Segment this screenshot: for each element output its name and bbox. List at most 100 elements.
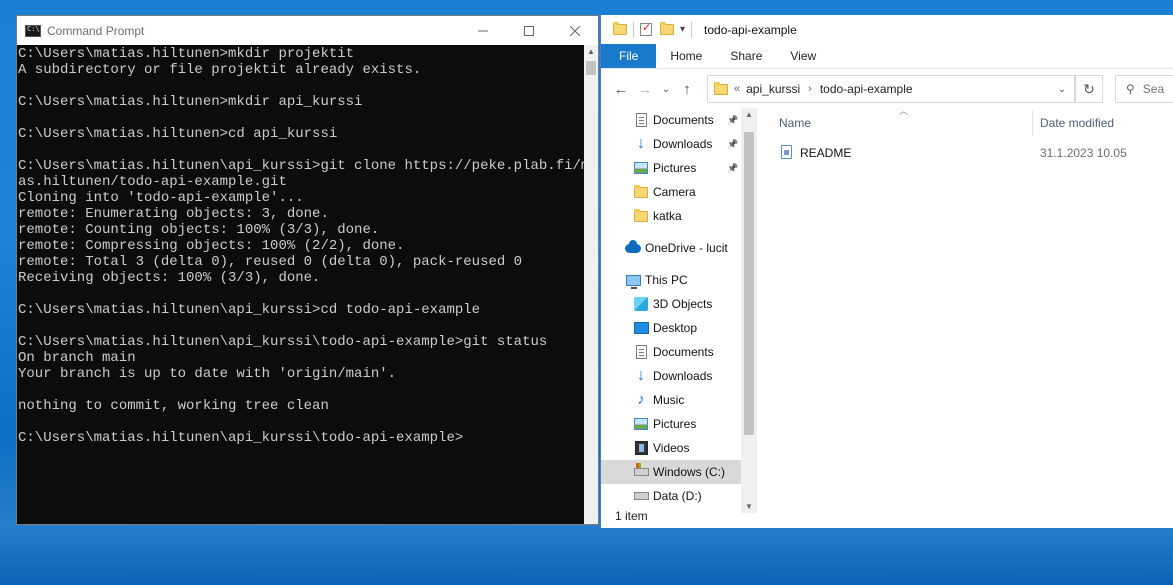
sidebar-item-documents[interactable]: Documents bbox=[601, 340, 757, 364]
sidebar-item-label: Videos bbox=[653, 441, 690, 455]
sidebar-item-camera[interactable]: Camera bbox=[601, 180, 757, 204]
new-folder-icon[interactable] bbox=[660, 22, 674, 35]
sidebar-item-desktop[interactable]: Desktop bbox=[601, 316, 757, 340]
recent-locations-icon[interactable]: ⌄ bbox=[657, 84, 675, 95]
sidebar-item-label: Desktop bbox=[653, 321, 698, 335]
sidebar-item-label: 3D Objects bbox=[653, 297, 713, 311]
minimize-icon bbox=[478, 30, 488, 31]
file-explorer-window[interactable]: ▾ todo-api-example File Home Share View … bbox=[600, 15, 1173, 528]
pictures-icon bbox=[633, 160, 649, 176]
cmd-output-line: as.hiltunen/todo-api-example.git bbox=[18, 174, 287, 190]
chevron-right-icon[interactable]: › bbox=[808, 83, 812, 95]
cmd-output-line: C:\Users\matias.hiltunen\api_kurssi\todo… bbox=[18, 334, 548, 350]
folder-icon bbox=[714, 81, 728, 95]
tab-share[interactable]: Share bbox=[716, 44, 776, 68]
this-pc-icon bbox=[625, 272, 641, 289]
navigation-pane[interactable]: Documents 📌 ↓ Downloads 📌 Pictures 📌 Camera katk… bbox=[601, 108, 757, 513]
cmd-scrollbar[interactable]: ▲ bbox=[584, 45, 598, 524]
cmd-output-line: C:\Users\matias.hiltunen>mkdir api_kurss… bbox=[18, 94, 363, 110]
cmd-titlebar[interactable]: Command Prompt bbox=[17, 16, 598, 45]
address-bar[interactable]: « api_kurssi › todo-api-example ⌄ bbox=[707, 75, 1075, 103]
cmd-output[interactable]: C:\Users\matias.hiltunen>mkdir projektit… bbox=[17, 45, 584, 524]
back-button[interactable]: ← bbox=[609, 81, 633, 98]
up-button[interactable]: ↑ bbox=[675, 81, 699, 98]
sidebar-item-windows-c[interactable]: Windows (C:) bbox=[601, 460, 757, 484]
cmd-output-line bbox=[18, 414, 584, 430]
cmd-output-line: C:\Users\matias.hiltunen\api_kurssi\todo… bbox=[18, 430, 464, 446]
properties-icon[interactable] bbox=[640, 21, 652, 36]
music-icon: ♪ bbox=[637, 391, 645, 408]
file-icon bbox=[781, 145, 792, 159]
minimize-button[interactable] bbox=[460, 16, 506, 45]
breadcrumb-overflow[interactable]: « bbox=[734, 83, 740, 95]
sidebar-item-label: Pictures bbox=[653, 161, 697, 175]
documents-icon bbox=[633, 112, 649, 128]
sidebar-item-label: Camera bbox=[653, 185, 696, 199]
folder-icon bbox=[633, 208, 649, 224]
sidebar-item-label: Documents bbox=[653, 345, 714, 359]
sidebar-item-downloads[interactable]: ↓ Downloads 📌 bbox=[601, 132, 757, 156]
sidebar-item-3d-objects[interactable]: 3D Objects bbox=[601, 292, 757, 316]
cmd-output-line: remote: Enumerating objects: 3, done. bbox=[18, 206, 329, 222]
refresh-button[interactable]: ↻ bbox=[1075, 75, 1103, 103]
sidebar-item-pictures[interactable]: Pictures 📌 bbox=[601, 156, 757, 180]
ribbon-tabs: File Home Share View bbox=[601, 44, 1173, 69]
scroll-thumb[interactable] bbox=[744, 132, 754, 435]
sidebar-item-downloads[interactable]: ↓ Downloads bbox=[601, 364, 757, 388]
file-name: README bbox=[800, 146, 852, 160]
tab-view[interactable]: View bbox=[776, 44, 830, 68]
cmd-output-line: On branch main bbox=[18, 350, 136, 366]
maximize-icon bbox=[524, 25, 534, 36]
sidebar-item-label: Data (D:) bbox=[653, 489, 702, 503]
search-placeholder: Sea bbox=[1142, 82, 1165, 96]
cmd-output-line: C:\Users\matias.hiltunen\api_kurssi>cd t… bbox=[18, 302, 481, 318]
folder-icon bbox=[633, 184, 649, 200]
cmd-output-line bbox=[18, 110, 584, 126]
windows-drive-icon bbox=[633, 463, 649, 480]
sidebar-item-label: Downloads bbox=[653, 137, 713, 151]
scroll-up-icon[interactable]: ▲ bbox=[584, 45, 598, 59]
chevron-down-icon[interactable]: ⌄ bbox=[1058, 84, 1066, 95]
sidebar-item-onedrive[interactable]: OneDrive - lucit bbox=[601, 236, 757, 260]
scroll-thumb[interactable] bbox=[586, 61, 596, 75]
cmd-output-line: C:\Users\matias.hiltunen>mkdir projektit bbox=[18, 46, 355, 62]
tab-file[interactable]: File bbox=[601, 44, 657, 68]
sidebar-item-this-pc[interactable]: This PC bbox=[601, 268, 757, 292]
breadcrumb-todo-api-example[interactable]: todo-api-example bbox=[820, 82, 913, 96]
sidebar-item-music[interactable]: ♪ Music bbox=[601, 388, 757, 412]
sidebar-item-label: This PC bbox=[645, 273, 688, 287]
sidebar-item-videos[interactable]: Videos bbox=[601, 436, 757, 460]
sidebar-item-pictures[interactable]: Pictures bbox=[601, 412, 757, 436]
navigation-scrollbar[interactable]: ▲ ▼ bbox=[741, 108, 757, 513]
customize-toolbar-icon[interactable]: ▾ bbox=[680, 24, 685, 35]
maximize-button[interactable] bbox=[506, 16, 552, 45]
sidebar-item-documents[interactable]: Documents 📌 bbox=[601, 108, 757, 132]
cmd-output-line bbox=[18, 142, 584, 158]
folder-icon bbox=[613, 22, 627, 35]
scroll-down-icon[interactable]: ▼ bbox=[741, 502, 757, 511]
cmd-output-line bbox=[18, 318, 584, 334]
explorer-titlebar[interactable]: ▾ todo-api-example bbox=[601, 15, 1173, 44]
tab-home[interactable]: Home bbox=[656, 44, 716, 68]
close-button[interactable] bbox=[552, 16, 598, 45]
search-input[interactable]: ⚲ Sea bbox=[1115, 75, 1173, 103]
cmd-output-line: Cloning into 'todo-api-example'... bbox=[18, 190, 304, 206]
cmd-output-line: Receiving objects: 100% (3/3), done. bbox=[18, 270, 321, 286]
sidebar-item-label: OneDrive - lucit bbox=[645, 241, 728, 255]
sidebar-item-katka[interactable]: katka bbox=[601, 204, 757, 228]
column-date-modified[interactable]: Date modified bbox=[1040, 116, 1114, 130]
command-prompt-window[interactable]: Command Prompt C:\Users\matias.hiltunen>… bbox=[16, 15, 599, 525]
scroll-up-icon[interactable]: ▲ bbox=[741, 110, 757, 119]
breadcrumb-api-kurssi[interactable]: api_kurssi bbox=[746, 82, 800, 96]
sidebar-item-data-d[interactable]: Data (D:) bbox=[601, 484, 757, 508]
forward-button[interactable]: → bbox=[633, 81, 657, 98]
divider[interactable] bbox=[1032, 110, 1033, 136]
desktop-icon bbox=[633, 320, 649, 336]
column-name[interactable]: Name bbox=[779, 116, 811, 130]
sidebar-item-label: Documents bbox=[653, 113, 714, 127]
sort-ascending-icon: ︿ bbox=[899, 106, 909, 116]
sidebar-item-label: Music bbox=[653, 393, 685, 407]
file-row[interactable]: README 31.1.2023 10.05 bbox=[771, 142, 1173, 164]
file-list[interactable]: ︿ Name Date modified README 31.1.2023 10… bbox=[771, 106, 1173, 513]
cmd-output-line: C:\Users\matias.hiltunen>cd api_kurssi bbox=[18, 126, 338, 142]
